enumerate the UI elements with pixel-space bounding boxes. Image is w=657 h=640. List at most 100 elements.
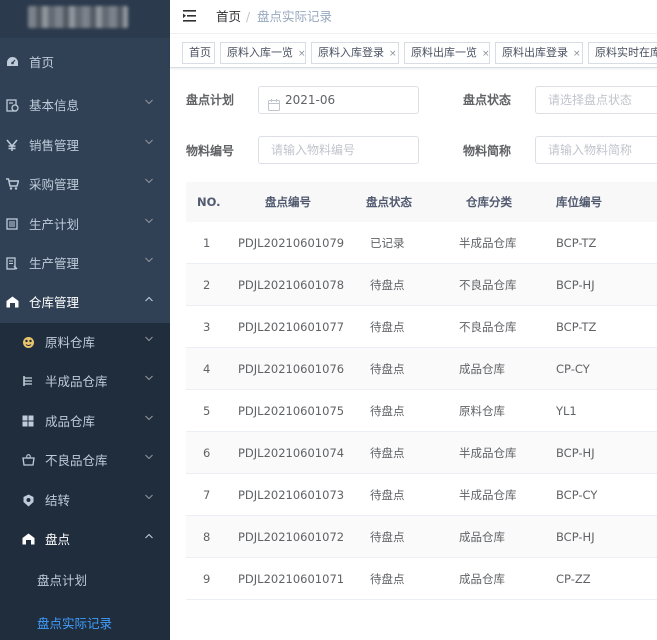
top-navbar: 首页 / 盘点实际记录 — [170, 0, 657, 34]
cell-warehouse: 半成品仓库 — [459, 446, 517, 460]
table-row[interactable]: 6 PDJL20210601074 待盘点 半成品仓库 BCP-HJ — [186, 432, 657, 474]
tag-label: 原料入库一览 — [227, 46, 293, 59]
tag-item[interactable]: 原料入库登录 × — [311, 42, 399, 64]
status-label: 盘点状态 — [463, 93, 512, 107]
chevron-down-icon — [145, 454, 153, 462]
sidebar-item-plan[interactable]: 生产计划 — [0, 205, 170, 245]
table-row[interactable]: 2 PDJL20210601078 待盘点 不良品仓库 BCP-HJ — [186, 264, 657, 306]
sidebar-subitem-label: 成品仓库 — [45, 414, 96, 429]
semi-finished-icon — [21, 374, 35, 388]
cell-location: BCP-CY — [556, 488, 598, 502]
cell-warehouse: 原料仓库 — [459, 404, 505, 418]
info-icon — [5, 98, 19, 112]
cell-warehouse: 成品仓库 — [459, 572, 505, 586]
chevron-down-icon — [145, 257, 153, 265]
yen-icon — [5, 138, 19, 152]
table-row[interactable]: 5 PDJL20210601075 待盘点 原料仓库 YL1 — [186, 390, 657, 432]
sidebar-subitem-carryover[interactable]: 结转 — [0, 481, 170, 521]
table-row[interactable]: 3 PDJL20210601077 待盘点 不良品仓库 BCP-TZ — [186, 306, 657, 348]
sidebar-item-label: 销售管理 — [29, 138, 80, 153]
cell-no: 7 — [203, 488, 211, 502]
sidebar-item-warehouse[interactable]: 仓库管理 — [0, 283, 170, 323]
sidebar-item-production[interactable]: 生产管理 — [0, 244, 170, 284]
cell-location: YL1 — [556, 404, 577, 418]
cell-location: BCP-HJ — [556, 446, 595, 460]
column-header-code: 盘点编号 — [265, 195, 311, 209]
chevron-down-icon — [145, 218, 153, 226]
sidebar-subitem-raw-material[interactable]: 原料仓库 — [0, 323, 170, 363]
table-header: NO. 盘点编号 盘点状态 仓库分类 库位编号 — [186, 182, 657, 222]
production-icon — [5, 256, 19, 270]
hamburger-icon[interactable] — [183, 9, 199, 23]
cell-code: PDJL20210601072 — [238, 530, 345, 544]
sidebar-subitem-label: 盘点 — [45, 532, 71, 547]
sidebar-item-label: 采购管理 — [29, 177, 80, 192]
table-row[interactable]: 8 PDJL20210601072 待盘点 成品仓库 BCP-HJ — [186, 516, 657, 558]
close-icon[interactable]: × — [573, 49, 581, 59]
cell-location: BCP-HJ — [556, 530, 595, 544]
sidebar-item-info[interactable]: 基本信息 — [0, 86, 170, 126]
table-row[interactable]: 1 PDJL20210601079 已记录 半成品仓库 BCP-TZ — [186, 222, 657, 264]
sidebar-leaf-inventory-records[interactable]: 盘点实际记录 — [0, 604, 170, 640]
calendar-icon — [268, 94, 280, 111]
tag-item[interactable]: 首页 — [182, 42, 215, 64]
chevron-down-icon — [145, 494, 153, 502]
breadcrumb-home[interactable]: 首页 — [216, 10, 241, 24]
cell-code: PDJL20210601075 — [238, 404, 345, 418]
warehouse-icon — [5, 295, 19, 309]
breadcrumb-current: 盘点实际记录 — [257, 9, 333, 24]
tag-item[interactable]: 原料出库一览 × — [404, 42, 490, 64]
sidebar-item-cart[interactable]: 采购管理 — [0, 165, 170, 205]
plan-icon — [5, 217, 19, 231]
cell-code: PDJL20210601071 — [238, 572, 345, 586]
sidebar-item-dashboard[interactable]: 首页 — [0, 43, 170, 83]
cell-status: 待盘点 — [370, 278, 405, 292]
chevron-down-icon — [145, 415, 153, 423]
cell-no: 3 — [203, 320, 211, 334]
sidebar-subitem-semi-finished[interactable]: 半成品仓库 — [0, 362, 170, 402]
table-row[interactable]: 9 PDJL20210601071 待盘点 成品仓库 CP-ZZ — [186, 558, 657, 600]
cell-warehouse: 成品仓库 — [459, 362, 505, 376]
cell-no: 4 — [203, 362, 211, 376]
chevron-down-icon — [145, 99, 153, 107]
cart-icon — [5, 177, 19, 191]
table-row[interactable]: 4 PDJL20210601076 待盘点 成品仓库 CP-CY — [186, 348, 657, 390]
plan-date-picker[interactable]: 2021-06 — [258, 86, 419, 114]
sidebar-item-yen[interactable]: 销售管理 — [0, 126, 170, 166]
close-icon[interactable]: × — [482, 49, 490, 59]
material-abbr-input[interactable]: 请输入物料简称 — [535, 136, 657, 164]
cell-code: PDJL20210601077 — [238, 320, 345, 334]
table-row[interactable]: 7 PDJL20210601073 待盘点 半成品仓库 BCP-CY — [186, 474, 657, 516]
chevron-up-icon — [145, 296, 153, 304]
sidebar-subitem-defective[interactable]: 不良品仓库 — [0, 441, 170, 481]
cell-no: 9 — [203, 572, 211, 586]
tag-label: 原料实时在库 — [595, 46, 657, 59]
sidebar-subitem-inventory[interactable]: 盘点 — [0, 520, 170, 560]
column-header-no: NO. — [197, 195, 221, 209]
chevron-up-icon — [145, 533, 153, 541]
breadcrumb-separator: / — [246, 10, 251, 24]
cell-no: 1 — [203, 236, 211, 250]
material-no-input[interactable]: 请输入物料编号 — [258, 136, 419, 164]
sidebar-subitem-finished[interactable]: 成品仓库 — [0, 402, 170, 442]
tag-label: 原料出库一览 — [411, 46, 477, 59]
cell-no: 8 — [203, 530, 211, 544]
sidebar-item-label: 首页 — [29, 55, 55, 70]
finished-icon — [21, 414, 35, 428]
tag-item[interactable]: 原料实时在库 — [588, 42, 657, 64]
sidebar-leaf-inventory-plan[interactable]: 盘点计划 — [0, 561, 170, 601]
cell-status: 待盘点 — [370, 446, 405, 460]
tag-item[interactable]: 原料入库一览 × — [220, 42, 306, 64]
cell-status: 待盘点 — [370, 320, 405, 334]
material-no-label: 物料编号 — [186, 144, 235, 158]
logo-blurred — [28, 6, 128, 28]
tag-item[interactable]: 原料出库登录 × — [495, 42, 583, 64]
close-icon[interactable]: × — [389, 49, 397, 59]
cell-warehouse: 不良品仓库 — [459, 278, 517, 292]
chevron-down-icon — [145, 375, 153, 383]
sidebar-subitem-label: 不良品仓库 — [45, 453, 108, 468]
material-abbr-label: 物料简称 — [463, 144, 512, 158]
close-icon[interactable]: × — [298, 49, 306, 59]
sidebar-subitem-label: 原料仓库 — [45, 335, 96, 350]
status-select[interactable]: 请选择盘点状态 — [535, 86, 657, 114]
